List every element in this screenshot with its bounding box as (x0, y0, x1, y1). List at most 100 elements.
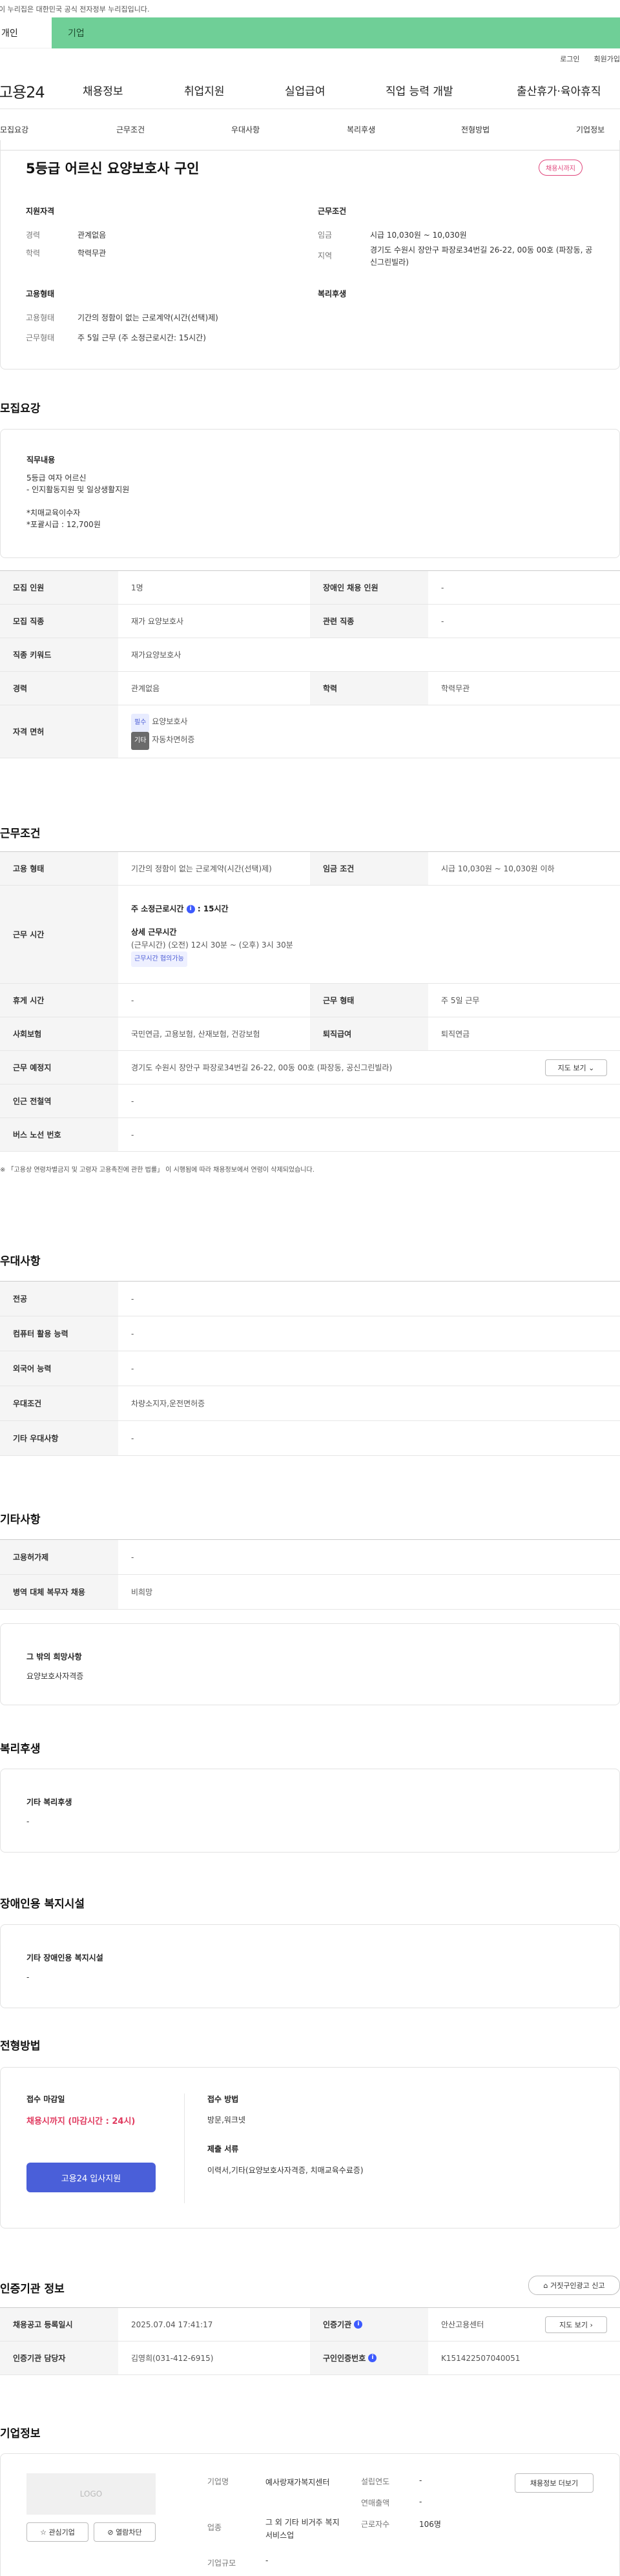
user-type-tabs: 개인 기업 (0, 17, 620, 48)
anchor-welfare[interactable]: 복리후생 (347, 124, 375, 135)
gnb-item-employment-support[interactable]: 취업지원 (184, 82, 225, 98)
weekly-hours-label: 주 소정근로시간 (131, 904, 184, 913)
work-type-label: 근무형태 (26, 333, 55, 342)
anchor-company[interactable]: 기업정보 (576, 124, 604, 135)
region-value: 경기도 수원시 장안구 파장로34번길 26-22, 00동 00호 (파장동,… (370, 245, 593, 267)
job-summary-card: 5등급 어르신 요양보호사 구인 채용시까지 지원자격 경력 관계없음 학력 학… (0, 140, 620, 373)
chevron-right-icon: › (590, 2320, 593, 2329)
detail-hours-title: 상세 근무시간 (131, 927, 177, 937)
table-cell: 국민연금, 고용보험, 산재보험, 건강보험 (131, 1030, 260, 1039)
company-size-value: - (265, 2556, 269, 2565)
table-row: 경력 관계없음 학력 학력무관 (0, 672, 620, 705)
table-cell: - (131, 1294, 134, 1304)
site-logo[interactable]: 고용24 (0, 79, 72, 102)
annual-sales-label: 연매출액 (361, 2498, 390, 2508)
gnb-item-vocational-training[interactable]: 직업 능력 개발 (386, 82, 453, 98)
deadline-title: 접수 마감일 (26, 2095, 65, 2104)
anchor-preference[interactable]: 우대사항 (231, 124, 260, 135)
screening-divider (184, 2093, 185, 2203)
preference-section: 우대사항 전공 - 컴퓨터 활용 능력 - 외국어 능력 - 우대조건 차량소지자,운전… (0, 1220, 620, 1478)
docs-title: 제출 서류 (207, 2145, 239, 2154)
table-header: 인증기관 담당자 (0, 2342, 118, 2374)
welfare-heading: 복리후생 (318, 289, 347, 298)
tab-corporate[interactable]: 기업 (52, 17, 620, 48)
gnb-item-parental-leave[interactable]: 출산휴가·육아휴직 (517, 82, 601, 98)
table-row: 직종 키워드 재가요양보호사 (0, 638, 620, 672)
table-cell: 시급 10,030원 ~ 10,030원 이하 (441, 864, 555, 873)
gnb-item-unemployment-benefit[interactable]: 실업급여 (285, 82, 326, 98)
cert-table: 채용공고 등록일시 2025.07.04 17:41:17 인증기관 i 안산고… (0, 2307, 620, 2375)
etc-badge: 기타 (131, 731, 150, 750)
industry-label: 업종 (207, 2523, 222, 2532)
table-row: 병역 대체 복무자 채용 비희망 (0, 1575, 620, 1610)
education-value: 학력무관 (78, 249, 107, 258)
anchor-recruit[interactable]: 모집요강 (0, 124, 28, 135)
table-header: 장애인 채용 인원 (310, 571, 428, 604)
employment-type-heading: 고용형태 (26, 289, 55, 298)
table-header: 근무 형태 (310, 984, 428, 1017)
recruit-table: 모집 인원 1명 장애인 채용 인원 - 모집 직종 재가 요양보호사 관련 직… (0, 570, 620, 758)
career-label: 경력 (26, 231, 41, 240)
weekly-hours-value: : 15시간 (197, 904, 229, 913)
etc-table: 고용허가제 - 병역 대체 복무자 채용 비희망 (0, 1539, 620, 1610)
wish-box: 그 밖의 희망사항 요양보호사자격증 (0, 1623, 620, 1705)
etc-section: 기타사항 고용허가제 - 병역 대체 복무자 채용 비희망 그 밖의 희망사항 요양… (0, 1478, 620, 1707)
login-link[interactable]: 로그인 (560, 54, 579, 64)
company-heading: 기업정보 (0, 2427, 41, 2440)
table-header: 학력 (310, 672, 428, 705)
recruit-section: 모집요강 직무내용 5등급 여자 어르신 - 인지활동지원 및 일상생활지원 *… (0, 373, 620, 787)
table-cell: 퇴직연금 (441, 1030, 470, 1039)
table-row: 우대조건 차량소지자,운전면허증 (0, 1386, 620, 1421)
recruit-heading: 모집요강 (0, 402, 41, 415)
agency-map-label: 지도 보기 (559, 2321, 588, 2329)
company-name-value: 예사랑재가복지센터 (265, 2478, 330, 2487)
table-header: 휴게 시간 (0, 984, 118, 1017)
age-footnote: ※ 「고용상 연령차별금지 및 고령자 고용촉진에 관한 법률」 이 시행됨에 … (0, 1167, 315, 1174)
more-jobs-button[interactable]: 채용정보 더보기 (515, 2473, 594, 2493)
tab-individual[interactable]: 개인 (0, 17, 52, 48)
table-header: 기타 우대사항 (0, 1421, 118, 1455)
disabled-facility-box-value: - (26, 1973, 30, 1982)
work-type-value: 주 5일 근무 (주 소정근로시간: 15시간) (78, 333, 206, 342)
table-row: 외국어 능력 - (0, 1351, 620, 1386)
report-button[interactable]: ⌂ 거짓구인광고 신고 (528, 2276, 620, 2295)
disabled-facility-heading: 장애인용 복지시설 (0, 1898, 85, 1911)
signup-link[interactable]: 회원가입 (594, 54, 620, 64)
license-etc: 자동차면허증 (152, 734, 195, 744)
info-icon[interactable]: i (354, 2320, 363, 2329)
table-header: 전공 (0, 1282, 118, 1316)
table-cell: - (131, 995, 134, 1005)
license-list: 필수 요양보호사 기타 자동차면허증 (118, 713, 195, 750)
license-required: 요양보호사 (152, 716, 188, 726)
table-row: 인증기관 담당자 김영희(031-412-6915) 구인인증번호 i K151… (0, 2342, 620, 2375)
table-header: 고용 형태 (0, 852, 118, 885)
cert-heading: 인증기관 정보 (0, 2283, 65, 2296)
table-cell: 경기도 수원시 장안구 파장로34번길 26-22, 00동 00호 (파장동,… (131, 1063, 393, 1072)
table-cell: 재가 요양보호사 (131, 617, 184, 626)
table-row: 전공 - (0, 1282, 620, 1316)
table-cell: 비희망 (131, 1588, 153, 1597)
table-cell: 기간의 정함이 없는 근로계약(시간(선택)제) (131, 864, 272, 873)
favorite-label: 관심기업 (48, 2528, 75, 2537)
anchor-conditions[interactable]: 근무조건 (116, 124, 145, 135)
apply-button[interactable]: 고용24 입사지원 (26, 2163, 156, 2192)
favorite-company-button[interactable]: ☆ 관심기업 (26, 2522, 88, 2542)
agency-map-button[interactable]: 지도 보기 › (545, 2316, 607, 2333)
annual-sales-value: - (419, 2497, 422, 2506)
gnb-item-jobs[interactable]: 채용정보 (83, 82, 123, 98)
agency-label: 인증기관 (323, 2320, 352, 2329)
table-row: 근무 예정지 경기도 수원시 장안구 파장로34번길 26-22, 00동 00… (0, 1051, 620, 1085)
info-icon[interactable]: i (186, 904, 195, 913)
table-header: 자격 면허 (0, 705, 118, 758)
wish-title: 그 밖의 희망사항 (26, 1652, 82, 1661)
welfare-section: 복리후생 기타 복리후생 - (0, 1707, 620, 1867)
table-header: 버스 노선 번호 (0, 1118, 118, 1151)
block-view-button[interactable]: ⊘ 열람차단 (94, 2522, 156, 2542)
table-row: 컴퓨터 활용 능력 - (0, 1316, 620, 1351)
info-icon[interactable]: i (368, 2354, 377, 2362)
job-line: *치매교육이수자 (26, 508, 81, 517)
map-button[interactable]: 지도 보기 ⌄ (545, 1059, 607, 1076)
anchor-screening[interactable]: 전형방법 (461, 124, 490, 135)
table-cell: - (441, 583, 444, 592)
screening-box: 접수 마감일 채용시까지 (마감시간 : 24시) 고용24 입사지원 접수 방… (0, 2067, 620, 2228)
